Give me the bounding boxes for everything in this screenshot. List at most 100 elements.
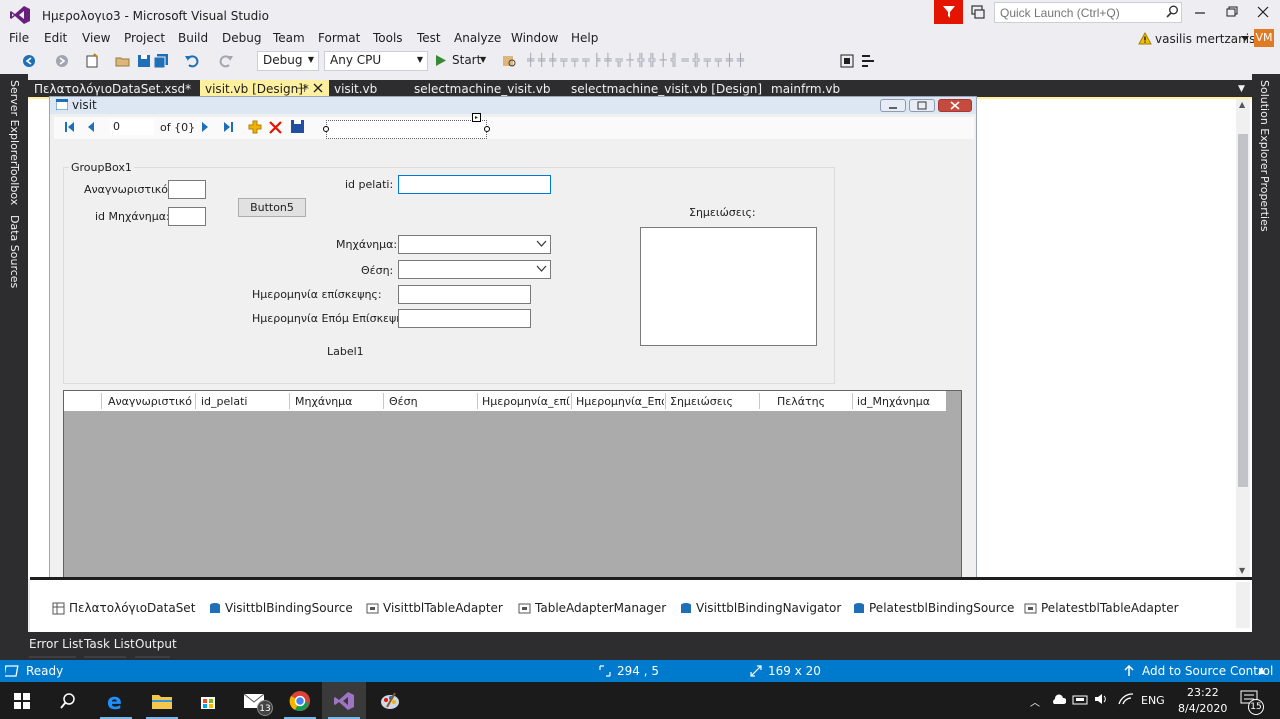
chevron-down-icon[interactable]: ▼ [480,55,486,64]
next-visit-date-textbox[interactable] [398,309,531,328]
wifi-icon[interactable] [1118,693,1134,705]
properties-tab[interactable]: Properties [1258,176,1271,232]
resize-handle-left[interactable] [323,126,329,132]
move-first-icon[interactable] [64,121,76,133]
windows-start-icon[interactable] [0,682,44,719]
navigator-position-input[interactable]: 0 [110,119,154,135]
id-textbox[interactable] [168,180,206,199]
tab-order-icon[interactable] [860,53,880,69]
visual-studio-taskbar-icon[interactable] [322,682,366,719]
save-data-icon[interactable] [291,120,304,133]
grid-column-header[interactable]: id_Μηχάνημα [857,395,945,408]
tray-visit-binding-navigator[interactable]: VisittblBindingNavigator [679,601,841,615]
play-icon[interactable] [436,55,446,66]
designer-scroll-thumb[interactable] [1238,134,1248,487]
tray-pelates-table-adapter[interactable]: PelatestblTableAdapter [1024,601,1179,615]
resize-handle-right[interactable] [484,126,490,132]
add-to-source-control[interactable]: Add to Source Control [1142,664,1273,678]
volume-icon[interactable] [1094,693,1110,705]
menu-team[interactable]: Team [273,31,305,45]
send-feedback-icon[interactable] [970,4,986,20]
minimize-icon[interactable] [1193,6,1207,18]
undo-icon[interactable] [184,53,200,69]
tray-scrollbar[interactable] [1236,582,1250,628]
machine-id-textbox[interactable] [168,207,206,226]
visit-date-textbox[interactable] [398,285,531,304]
layout-icon[interactable] [839,53,855,69]
tab-selectmachine-visit[interactable]: selectmachine_visit.vb [414,82,550,96]
scroll-down-icon[interactable]: ▼ [1239,566,1245,575]
tab-visit-vb[interactable]: visit.vb [334,82,377,96]
menu-view[interactable]: View [82,31,110,45]
task-list-tab[interactable]: Task List [84,637,135,651]
smart-tag-icon[interactable]: ▸ [472,113,481,122]
search-icon[interactable] [46,682,90,719]
position-combobox[interactable] [398,260,551,279]
grid-column-header[interactable]: Ημερομηνία_επίσκ [482,395,570,408]
client-id-textbox[interactable] [398,175,551,194]
tray-pelates-binding-source[interactable]: PelatestblBindingSource [852,601,1014,615]
paint-icon[interactable] [368,682,412,719]
back-icon[interactable] [22,54,36,68]
close-icon[interactable] [1256,6,1270,18]
grid-column-header[interactable]: Πελάτης [777,395,847,408]
grid-column-header[interactable]: Θέση [389,395,475,408]
menu-test[interactable]: Test [417,31,441,45]
move-last-icon[interactable] [222,121,234,133]
clock-time[interactable]: 23:22 [1187,686,1219,699]
delete-icon[interactable] [269,121,282,134]
feedback-filter-icon[interactable] [934,0,963,24]
avatar[interactable]: VM [1254,29,1274,47]
menu-format[interactable]: Format [318,31,360,45]
quick-launch-input[interactable] [994,2,1182,23]
tab-dataset-xsd[interactable]: ΠελατολόγιοDataSet.xsd* [34,82,191,96]
menu-help[interactable]: Help [571,31,598,45]
warning-icon[interactable] [1138,32,1152,45]
platform-select[interactable]: Any CPU ▼ [324,51,428,71]
file-explorer-icon[interactable] [140,682,184,719]
error-list-tab[interactable]: Error List [29,637,83,651]
grid-column-header[interactable]: id_pelati [201,395,287,408]
data-grid[interactable] [63,390,962,580]
close-tab-icon[interactable] [313,83,323,93]
menu-analyze[interactable]: Analyze [454,31,501,45]
button5[interactable]: Button5 [238,198,306,217]
menu-window[interactable]: Window [511,31,558,45]
menu-edit[interactable]: Edit [44,31,67,45]
save-all-icon[interactable] [153,53,169,69]
menu-file[interactable]: File [9,31,29,45]
mail-icon[interactable]: 13 [232,682,276,719]
output-tab[interactable]: Output [135,637,177,651]
grid-column-header[interactable]: Ημερομηνία_Επόμ_ [576,395,664,408]
tray-dataset[interactable]: ΠελατολόγιοDataSet [52,601,195,615]
tray-visit-table-adapter[interactable]: VisittblTableAdapter [366,601,503,615]
search-icon[interactable] [1166,5,1179,18]
open-folder-icon[interactable] [115,53,131,69]
menu-debug[interactable]: Debug [222,31,261,45]
notes-textbox[interactable] [640,227,817,346]
data-sources-tab[interactable]: Data Sources [8,215,21,288]
grid-column-header[interactable]: Αναγνωριστικό [108,395,194,408]
tray-visit-binding-source[interactable]: VisittblBindingSource [208,601,353,615]
toolbox-tab[interactable]: Toolbox [8,164,21,205]
tab-mainfrm[interactable]: mainfrm.vb [771,82,840,96]
move-previous-icon[interactable] [86,121,96,133]
tab-overflow-icon[interactable]: ▼ [1238,84,1245,94]
language-indicator[interactable]: ENG [1141,694,1165,707]
add-new-icon[interactable] [248,120,262,134]
menu-project[interactable]: Project [124,31,165,45]
tab-selectmachine-visit-design[interactable]: selectmachine_visit.vb [Design] [571,82,762,96]
scroll-up-icon[interactable]: ▲ [1239,100,1245,109]
clock-date[interactable]: 8/4/2020 [1178,702,1227,715]
tray-table-adapter-manager[interactable]: TableAdapterManager [518,601,666,615]
chevron-up-icon[interactable]: ▲ [1258,666,1265,676]
chevron-down-icon[interactable] [1241,36,1249,41]
configuration-select[interactable]: Debug ▼ [257,51,319,71]
redo-icon[interactable] [218,53,234,69]
menu-build[interactable]: Build [178,31,208,45]
forward-icon[interactable] [55,54,69,68]
chevron-up-icon[interactable]: ︿ [1030,694,1040,709]
solution-explorer-tab[interactable]: Solution Explorer [1258,80,1271,174]
grid-column-header[interactable]: Σημειώσεις [670,395,756,408]
restore-icon[interactable] [1225,6,1239,18]
